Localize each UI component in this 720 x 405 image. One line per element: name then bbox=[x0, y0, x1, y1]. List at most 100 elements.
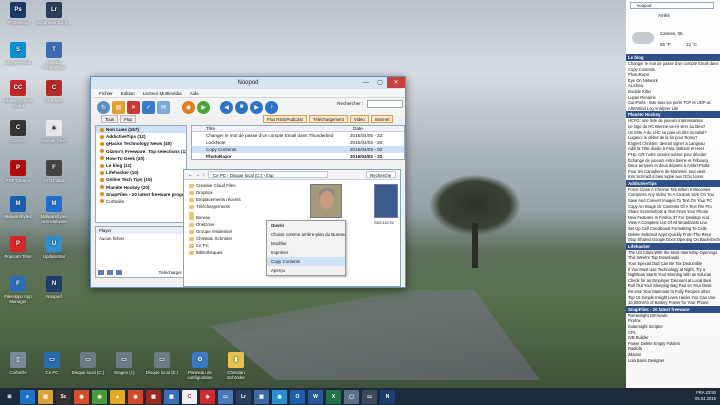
photo-thumbnail-2[interactable] bbox=[374, 184, 398, 218]
tab-rss[interactable]: Flux RSS/PodCast bbox=[263, 115, 307, 123]
desktop-icon[interactable]: ▯ Corbeille bbox=[0, 352, 36, 375]
col-title[interactable]: Titre bbox=[192, 126, 350, 131]
desktop-icon[interactable]: P Popcorn Time bbox=[0, 236, 36, 259]
feed-item[interactable]: Lifehacker (10) bbox=[96, 169, 186, 176]
article-row[interactable]: PhotoRazor 2015/04/02 - 22: bbox=[192, 153, 404, 160]
desktop-icon[interactable]: M Malwarebytes Anti-Malware bbox=[36, 196, 72, 224]
up-icon[interactable]: ↑ bbox=[203, 172, 205, 177]
article-row[interactable]: LockNote 2015/04/03 - 20: bbox=[192, 139, 404, 146]
gadget-section-title[interactable]: Le blog bbox=[626, 54, 720, 61]
stop-icon[interactable]: ■ bbox=[235, 100, 248, 114]
language-indicator[interactable]: FRA bbox=[696, 390, 704, 395]
taskbar-app-icon[interactable]: C bbox=[182, 389, 197, 404]
feed-item[interactable]: How-To Geek (20) bbox=[96, 155, 186, 162]
tree-item[interactable]: Groupe résidentiel bbox=[186, 228, 252, 235]
tab-video[interactable]: Vidéo bbox=[349, 115, 369, 123]
desktop-icon[interactable]: F First Install bbox=[36, 160, 72, 183]
taskbar-app-icon[interactable]: ◉ bbox=[92, 389, 107, 404]
sidebar-search[interactable]: noopod bbox=[630, 2, 714, 9]
gadget-section-title[interactable]: AddictiveTips bbox=[626, 179, 720, 187]
desktop-icon[interactable]: S SkypeFirefox bbox=[0, 42, 36, 65]
feed-item[interactable]: Corbeille bbox=[96, 198, 186, 205]
player-stop-icon[interactable] bbox=[116, 269, 122, 275]
feed-item[interactable]: Non Lues (157) bbox=[96, 126, 186, 134]
feed-item[interactable]: Planète Hockey (20) bbox=[96, 184, 186, 191]
gadget-headline[interactable]: Set Up Cell Conditional Formatting To Ce… bbox=[626, 226, 720, 232]
explorer-window[interactable]: ← → ↑ Ce PC › Disque local (C:) › tmp Re… bbox=[183, 169, 401, 287]
gadget-headline[interactable]: Stop Shared Google Docs Opening On Back-… bbox=[626, 237, 720, 243]
tab-internet[interactable]: Internet bbox=[370, 115, 394, 123]
desktop-icon[interactable]: ▭ Disque local (C:) bbox=[70, 352, 106, 375]
desktop-icon[interactable]: Lr Lightroom 5.4 S... bbox=[36, 2, 72, 25]
desktop-icon[interactable]: M Malwarebytes bbox=[0, 196, 36, 219]
desktop-icon[interactable]: Ps Photoshop bbox=[0, 2, 36, 25]
desktop-icon[interactable]: U UpdateStar bbox=[36, 236, 72, 259]
taskbar-app-icon[interactable]: ◍ bbox=[272, 389, 287, 404]
desktop-icon[interactable]: ▮ Christian Schröder bbox=[218, 352, 254, 380]
gadget-headline[interactable]: Save And Convert Images To Text On Your … bbox=[626, 198, 720, 204]
taskbar-app-icon[interactable]: ▦ bbox=[146, 389, 161, 404]
start-button[interactable]: ⊞ bbox=[2, 389, 17, 404]
tab-feeds[interactable]: Flux bbox=[120, 115, 137, 123]
player-pause-icon[interactable] bbox=[107, 269, 113, 275]
desktop-icon[interactable]: ▲ Google Drive bbox=[36, 120, 72, 143]
gadget-headline[interactable]: Re-Use Your Marinade to Fully Recipes ot… bbox=[626, 289, 720, 295]
tree-item[interactable]: Dropbox bbox=[186, 189, 252, 196]
minimize-icon[interactable]: — bbox=[359, 77, 373, 88]
taskbar-app-icon[interactable]: ▩ bbox=[164, 389, 179, 404]
clock-time[interactable]: 23:50 bbox=[706, 390, 716, 395]
tree-item[interactable]: Téléchargements bbox=[186, 203, 252, 210]
gadget-headline[interactable]: PHp: CR: notre victoire suisse pour déci… bbox=[626, 152, 720, 158]
noopod-window[interactable]: Noopod — ▢ ✕ Fichier Edition Lecteur Mul… bbox=[90, 76, 406, 288]
context-menu-item[interactable]: Imprimer bbox=[267, 248, 345, 257]
feed-item[interactable]: AddictiveTips (12) bbox=[96, 133, 186, 140]
article-row[interactable]: Copy Contents 2015/04/03 - 02: bbox=[192, 146, 404, 153]
rss-icon[interactable]: ◉ bbox=[182, 100, 195, 114]
menu-help[interactable]: Aide bbox=[190, 91, 199, 96]
taskbar-app-icon[interactable]: ▭ bbox=[362, 389, 377, 404]
tab-downloads[interactable]: Téléchargement bbox=[308, 115, 348, 123]
context-menu-item[interactable]: Modifier bbox=[267, 239, 345, 248]
menu-file[interactable]: Fichier bbox=[99, 91, 113, 96]
gadget-section-title[interactable]: Planète Hockey bbox=[626, 111, 720, 119]
feed-item[interactable]: Le blog (11) bbox=[96, 162, 186, 169]
desktop-icon[interactable]: T Mozilla Thunderbird bbox=[36, 42, 72, 70]
taskbar-app-icon[interactable]: ◉ bbox=[74, 389, 89, 404]
feed-item[interactable]: Online Tech Tips (15) bbox=[96, 176, 186, 183]
feed-item[interactable]: gHacks Technology News (40) bbox=[96, 140, 186, 147]
taskbar-app-icon[interactable]: ◉ bbox=[128, 389, 143, 404]
gadget-headline[interactable]: CurrPorts - liste tous les ports TCP et … bbox=[626, 100, 720, 106]
mail-icon[interactable]: ✉ bbox=[157, 100, 170, 114]
tab-all[interactable]: Tous bbox=[101, 115, 119, 123]
forward-icon[interactable]: → bbox=[195, 172, 199, 177]
photo-thumbnail[interactable] bbox=[310, 184, 342, 218]
tree-item[interactable]: Bibliothèques bbox=[186, 249, 252, 256]
address-bar[interactable]: Ce PC › Disque local (C:) › tmp bbox=[207, 171, 328, 178]
desktop-icon[interactable]: N Noopod bbox=[36, 276, 72, 299]
taskbar-app-icon[interactable]: ▭ bbox=[218, 389, 233, 404]
desktop-icon[interactable]: ⚙ Panneau de configuration bbox=[182, 352, 218, 380]
tree-item[interactable]: Christian Schröder bbox=[186, 235, 252, 242]
desktop-icon[interactable]: ▭ Images (I:) bbox=[106, 352, 142, 375]
context-menu-item[interactable]: Choisir comme arrière-plan du Bureau bbox=[267, 230, 345, 239]
taskbar-app-icon[interactable]: X bbox=[326, 389, 341, 404]
context-menu-item[interactable]: Copy Contents bbox=[267, 257, 345, 266]
desktop-icon[interactable]: C CCleaner bbox=[36, 80, 72, 103]
taskbar-app-icon[interactable]: O bbox=[290, 389, 305, 404]
feed-item[interactable]: Gizmo's Freeware: Top selections (12) bbox=[96, 148, 186, 155]
explorer-search[interactable]: Recherche bbox=[366, 171, 396, 178]
download-button[interactable]: Télécharger bbox=[159, 270, 182, 275]
tree-item[interactable]: Ce PC bbox=[186, 242, 252, 249]
gadget-headline[interactable]: Lola Basic Designer bbox=[626, 358, 720, 364]
taskbar-app-icon[interactable]: N bbox=[380, 389, 395, 404]
mark-read-icon[interactable]: ✓ bbox=[142, 100, 155, 114]
tree-item[interactable]: Creative Cloud Files bbox=[186, 182, 252, 189]
desktop-icon[interactable]: ▭ Disque local (E:) bbox=[144, 352, 180, 375]
gadget-headline[interactable]: 10,000mAh of Battery Power for Your Phon… bbox=[626, 300, 720, 306]
folder-icon[interactable]: ▤ bbox=[112, 100, 125, 114]
taskbar-app-icon[interactable]: ▤ bbox=[38, 389, 53, 404]
desktop-icon[interactable]: C Caméra bbox=[0, 120, 36, 143]
desktop-icon[interactable]: ▭ Ce PC bbox=[34, 352, 70, 375]
gadget-headline[interactable]: Changer le mot de passe d'un compte Emai… bbox=[626, 61, 720, 67]
taskbar-app-icon[interactable]: Sc bbox=[56, 389, 71, 404]
